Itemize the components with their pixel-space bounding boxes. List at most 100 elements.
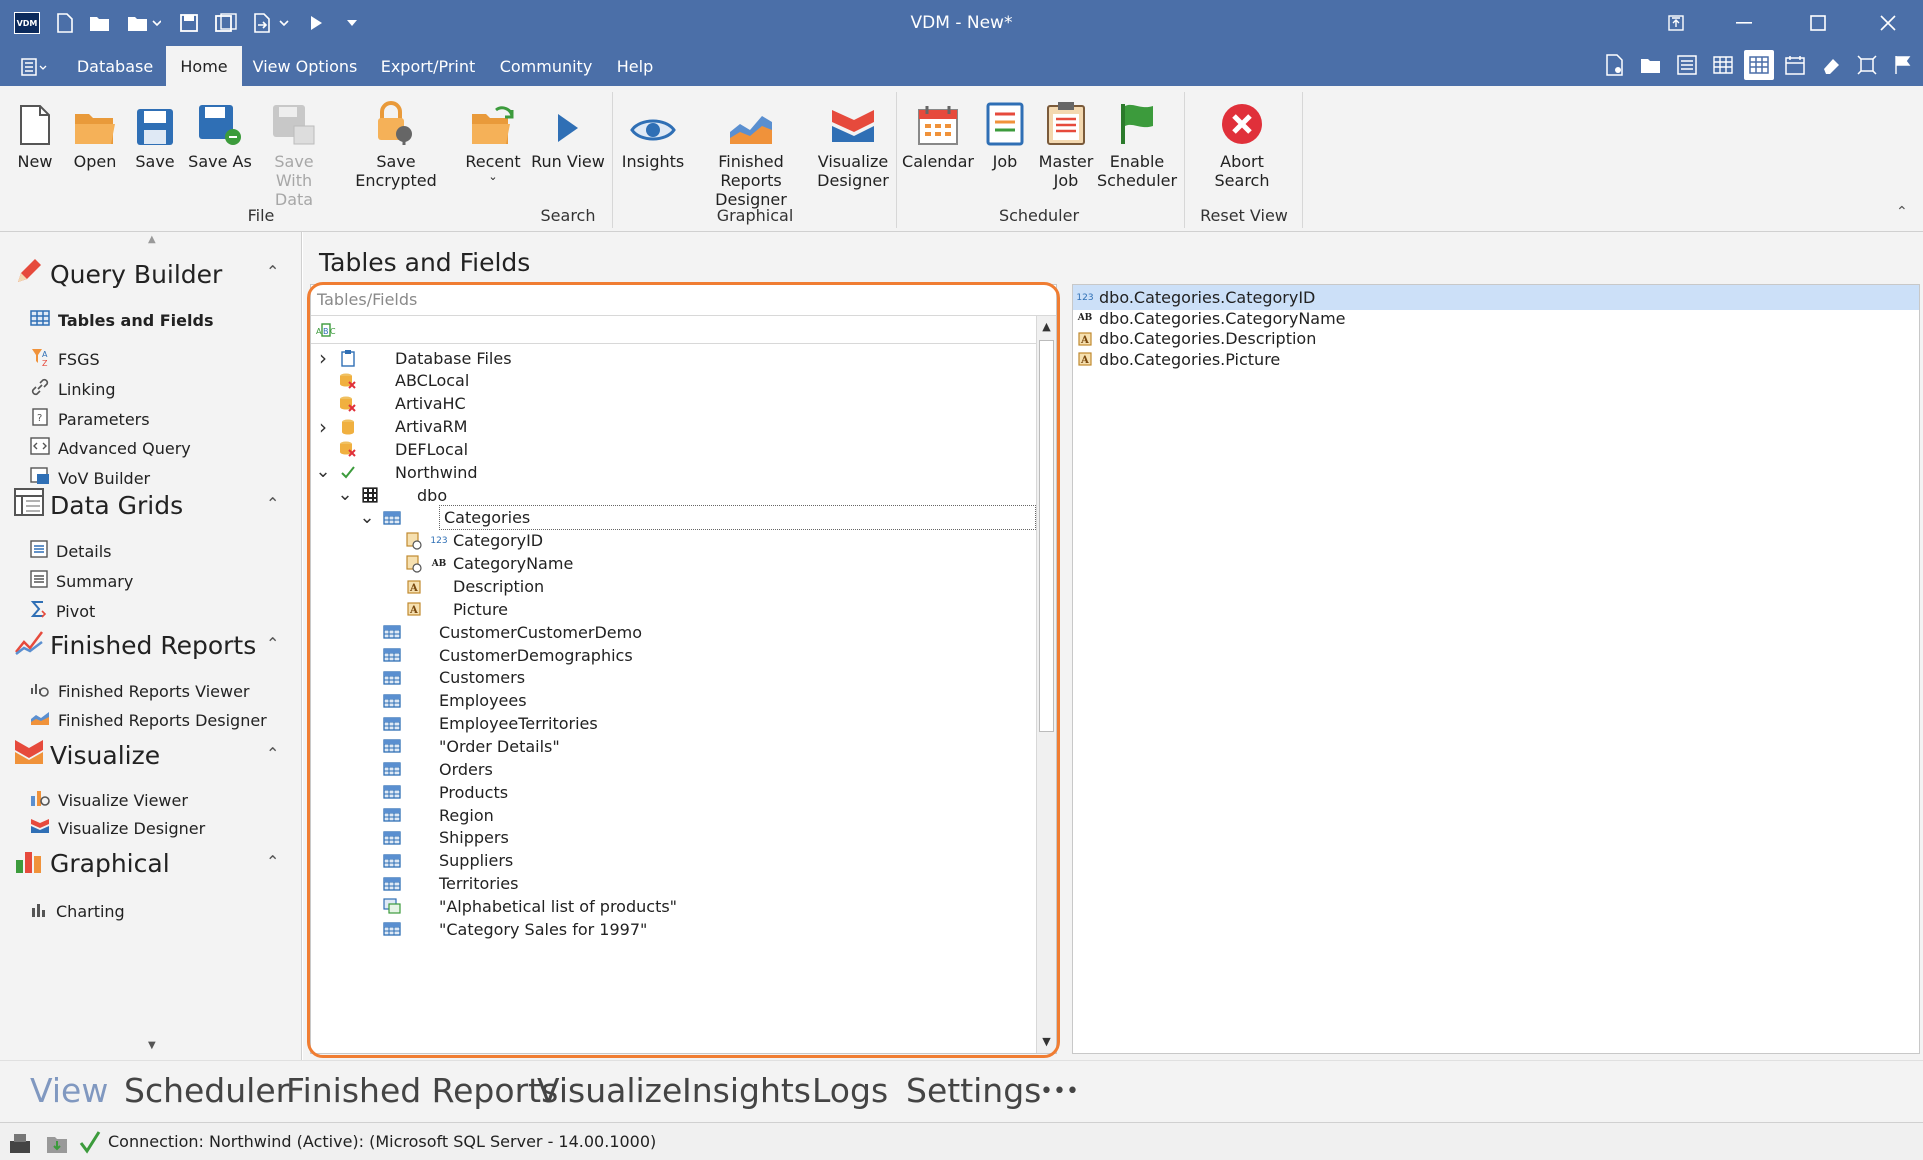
nav-fsgs[interactable]: AZ FSGS	[30, 347, 100, 371]
export-dropdown-icon[interactable]	[252, 10, 292, 36]
new-button[interactable]: New	[12, 98, 58, 171]
close-icon[interactable]	[1860, 0, 1916, 46]
tree-row-label: Suppliers	[439, 851, 514, 871]
bottom-tab-view[interactable]: View	[30, 1071, 108, 1110]
data-grid-icon	[14, 488, 44, 522]
nav-finished-reports-designer[interactable]: Finished Reports Designer	[30, 710, 267, 730]
customize-toolbar-icon[interactable]	[342, 10, 362, 36]
grid-view-icon[interactable]	[1708, 50, 1738, 80]
group-label-scheduler: Scheduler	[998, 206, 1080, 225]
section-graphical[interactable]: Graphical	[14, 846, 170, 880]
save-encrypted-button[interactable]: Save Encrypted	[340, 98, 452, 190]
settings-doc-icon[interactable]	[1600, 50, 1630, 80]
insights-button[interactable]: Insights	[620, 98, 686, 171]
maximize-icon[interactable]	[1790, 0, 1846, 46]
run-view-button[interactable]: Run View	[528, 98, 608, 171]
calendar-view-icon[interactable]	[1780, 50, 1810, 80]
recent-button[interactable]: Recent ⌄	[460, 98, 526, 183]
bottom-tab-visualize[interactable]: Visualize	[537, 1071, 682, 1110]
master-job-button[interactable]: Master Job	[1036, 98, 1096, 190]
tab-home[interactable]: Home	[166, 46, 242, 86]
scroll-down-icon[interactable]: ▼	[1037, 1031, 1056, 1053]
collapse-ribbon-icon[interactable]: ⌃	[1896, 204, 1908, 220]
grid-icon	[30, 310, 50, 330]
collapse-chevron-icon[interactable]: ⌄	[359, 508, 375, 526]
visualize-designer-button[interactable]: Visualize Designer	[816, 98, 890, 190]
tab-view-options[interactable]: View Options	[250, 46, 360, 86]
nav-linking[interactable]: Linking	[30, 377, 116, 401]
collapse-chevron-icon[interactable]: ⌄	[337, 486, 353, 504]
save-button[interactable]: Save	[130, 98, 180, 171]
nav-charting[interactable]: Charting	[30, 900, 125, 922]
database-download-icon[interactable]	[46, 1131, 68, 1159]
scroll-up-icon[interactable]: ▲	[1037, 316, 1056, 338]
enable-scheduler-button[interactable]: Enable Scheduler	[1097, 98, 1177, 190]
minimize-icon[interactable]	[1716, 0, 1772, 46]
collapse-section-icon[interactable]: ⌃	[266, 494, 279, 513]
field-list-item[interactable]: Adbo.Categories.Picture	[1073, 347, 1919, 372]
bottom-tab-finished-reports[interactable]: Finished Reports	[286, 1071, 558, 1110]
bottom-tab-insights[interactable]: Insights	[682, 1071, 811, 1110]
table-view-icon[interactable]	[1744, 50, 1774, 80]
eye-icon	[630, 98, 676, 146]
new-file-icon[interactable]	[54, 10, 76, 36]
section-finished-reports[interactable]: Finished Reports	[14, 628, 256, 662]
scrollbar-thumb[interactable]	[1039, 340, 1054, 732]
tab-help[interactable]: Help	[610, 46, 660, 86]
connection-plug-icon[interactable]	[8, 1131, 34, 1159]
collapse-section-icon[interactable]: ⌃	[266, 744, 279, 763]
nav-details[interactable]: Details	[30, 540, 111, 562]
calendar-button[interactable]: Calendar	[902, 98, 974, 171]
save-all-icon[interactable]	[214, 10, 238, 36]
bottom-tab-scheduler[interactable]: Scheduler	[124, 1071, 289, 1110]
scroll-up-icon[interactable]: ▲	[148, 234, 156, 245]
nav-summary[interactable]: Summary	[30, 570, 133, 592]
run-icon[interactable]	[306, 10, 326, 36]
open-button[interactable]: Open	[70, 98, 120, 171]
fit-screen-icon[interactable]	[1852, 50, 1882, 80]
scroll-down-icon[interactable]: ▼	[148, 1040, 156, 1051]
nav-label: Tables and Fields	[58, 310, 214, 330]
nav-vov-builder[interactable]: VoV Builder	[30, 467, 150, 489]
open-dropdown-icon[interactable]	[124, 10, 164, 36]
section-data-grids[interactable]: Data Grids	[14, 488, 183, 522]
nav-parameters[interactable]: ? Parameters	[30, 407, 150, 431]
tab-export-print[interactable]: Export/Print	[374, 46, 482, 86]
nav-finished-reports-viewer[interactable]: Finished Reports Viewer	[30, 680, 249, 702]
eraser-icon[interactable]	[1816, 50, 1846, 80]
collapse-section-icon[interactable]: ⌃	[266, 262, 279, 281]
job-button[interactable]: Job	[980, 98, 1030, 171]
list-view-icon[interactable]	[1672, 50, 1702, 80]
tree-scrollbar[interactable]: ▲ ▼	[1036, 316, 1056, 1053]
nav-advanced-query[interactable]: Advanced Query	[30, 437, 191, 459]
tab-database[interactable]: Database	[72, 46, 158, 86]
flag-icon[interactable]	[1888, 50, 1918, 80]
save-as-button[interactable]: Save As	[188, 98, 252, 171]
app-menu-icon[interactable]	[14, 46, 54, 86]
save-with-data-button[interactable]: Save With Data	[258, 98, 330, 209]
collapse-section-icon[interactable]: ⌃	[266, 634, 279, 653]
collapse-section-icon[interactable]: ⌃	[266, 852, 279, 871]
bottom-tab-logs[interactable]: Logs	[812, 1071, 888, 1110]
section-query-builder[interactable]: Query Builder	[14, 256, 222, 292]
nav-tables-and-fields[interactable]: Tables and Fields	[30, 310, 213, 330]
pin-window-icon[interactable]	[1648, 0, 1704, 46]
finished-reports-designer-button[interactable]: Finished Reports Designer	[690, 98, 812, 209]
bottom-tab-settings[interactable]: Settings	[906, 1071, 1041, 1110]
save-icon[interactable]	[178, 10, 200, 36]
table-icon	[381, 694, 403, 708]
nav-visualize-viewer[interactable]: Visualize Viewer	[30, 788, 188, 812]
nav-visualize-designer[interactable]: Visualize Designer	[30, 818, 205, 838]
tree-row[interactable]: "Category Sales for 1997"	[311, 915, 1036, 943]
section-visualize[interactable]: Visualize	[14, 738, 160, 772]
summary-icon	[30, 570, 48, 592]
calendar-icon	[917, 98, 959, 146]
open-folder-icon[interactable]	[88, 10, 112, 36]
tab-community[interactable]: Community	[496, 46, 596, 86]
collapse-chevron-icon[interactable]: ⌄	[315, 463, 331, 481]
tree-filter-row[interactable]: ABC	[311, 316, 1036, 344]
more-tabs-button[interactable]: •••	[1040, 1079, 1079, 1104]
abort-search-button[interactable]: Abort Search	[1210, 98, 1274, 190]
folder-icon[interactable]	[1636, 50, 1666, 80]
nav-pivot[interactable]: Pivot	[30, 600, 95, 622]
